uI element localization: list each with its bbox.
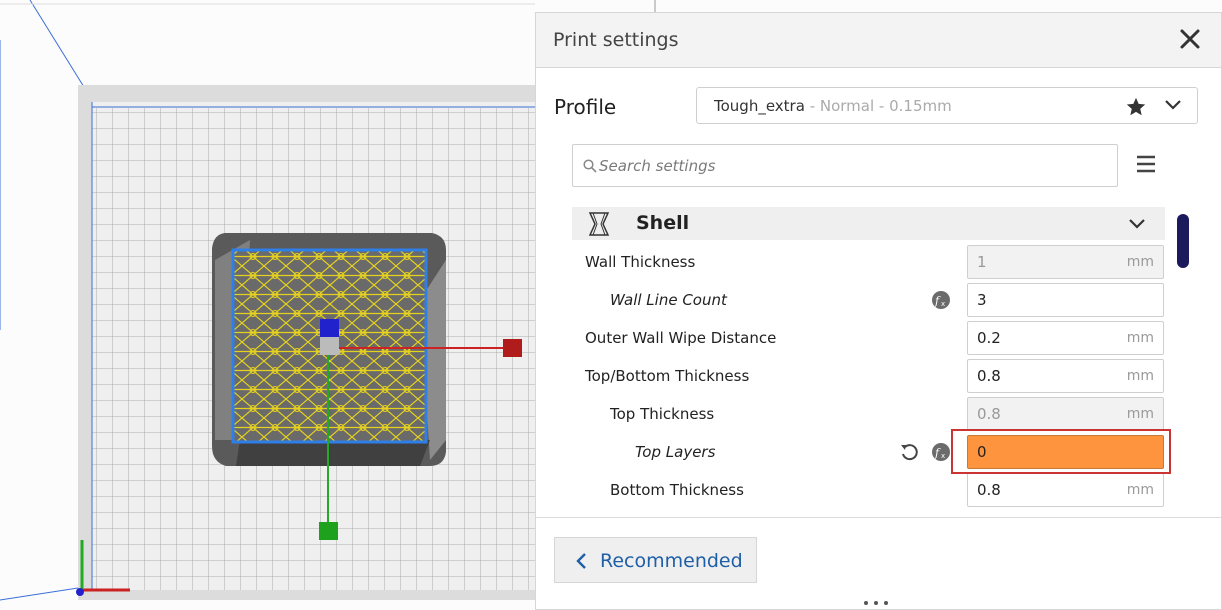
setting-input[interactable]: 0.2 mm — [967, 321, 1164, 355]
setting-label: Top Layers — [635, 443, 716, 461]
chevron-down-icon[interactable] — [1128, 218, 1146, 230]
setting-label: Wall Line Count — [610, 291, 727, 309]
star-icon[interactable] — [1125, 96, 1147, 118]
chevron-left-icon — [576, 553, 586, 569]
profile-dropdown[interactable]: Tough_extra - Normal - 0.15mm — [696, 87, 1198, 124]
setting-unit: mm — [1126, 254, 1154, 270]
setting-label: Bottom Thickness — [610, 481, 744, 499]
setting-value: 0 — [977, 443, 987, 461]
setting-unit: mm — [1126, 406, 1154, 422]
divider — [536, 517, 1221, 518]
close-icon[interactable] — [1177, 26, 1203, 52]
svg-text:x: x — [941, 452, 945, 460]
setting-value: 0.8 — [977, 481, 1001, 499]
recommended-label: Recommended — [600, 550, 743, 572]
setting-input[interactable]: 0.8 mm — [967, 359, 1164, 393]
y-axis-handle — [319, 522, 338, 540]
search-box — [572, 144, 1118, 187]
recommended-button[interactable]: Recommended — [554, 537, 757, 583]
panel-title: Print settings — [553, 29, 679, 51]
menu-icon[interactable] — [1136, 155, 1156, 173]
setting-label: Top/Bottom Thickness — [585, 367, 750, 385]
setting-row: Bottom Thickness 0.8 mm — [572, 471, 1172, 509]
setting-label: Top Thickness — [610, 405, 715, 423]
setting-value: 0.2 — [977, 329, 1001, 347]
profile-label: Profile — [554, 95, 617, 119]
setting-value: 3 — [977, 291, 987, 309]
setting-row: Wall Line Count f x 3 — [572, 281, 1172, 319]
formula-icon: fx — [932, 291, 950, 309]
panel-header: Print settings — [536, 13, 1221, 68]
setting-input: 1 mm — [967, 245, 1164, 279]
chevron-down-icon[interactable] — [1163, 98, 1183, 112]
formula-icon: fx — [932, 443, 950, 461]
svg-text:x: x — [941, 300, 945, 308]
reset-icon[interactable] — [899, 442, 919, 462]
profile-detail: - Normal - 0.15mm — [804, 97, 952, 115]
setting-label: Outer Wall Wipe Distance — [585, 329, 777, 347]
setting-row: Outer Wall Wipe Distance 0.2 mm — [572, 319, 1172, 357]
setting-row: Top/Bottom Thickness 0.8 mm — [572, 357, 1172, 395]
setting-value: 0.8 — [977, 367, 1001, 385]
setting-input[interactable]: 3 — [967, 283, 1164, 317]
profile-name-text: Tough_extra — [714, 97, 805, 115]
print-settings-panel: Print settings Profile Tough_extra - Nor… — [535, 12, 1222, 610]
resize-handle-icon[interactable] — [861, 599, 891, 607]
search-input[interactable] — [599, 155, 1099, 177]
shell-icon — [588, 212, 610, 236]
category-title: Shell — [636, 212, 690, 234]
setting-unit: mm — [1126, 368, 1154, 384]
setting-unit: mm — [1126, 330, 1154, 346]
setting-input[interactable]: 0.8 mm — [967, 473, 1164, 507]
setting-row: Top Layers f x 0 — [572, 433, 1172, 471]
setting-label: Wall Thickness — [585, 253, 696, 271]
settings-list: Shell Wall Thickness 1 mm Wall Line Count f x… — [572, 207, 1172, 517]
setting-row: Wall Thickness 1 mm — [572, 243, 1172, 281]
x-axis-handle — [503, 339, 522, 357]
setting-value: 0.8 — [977, 405, 1001, 423]
setting-input[interactable]: 0 — [967, 435, 1164, 469]
search-icon — [583, 159, 597, 173]
category-header-shell[interactable]: Shell — [572, 207, 1165, 240]
setting-row: Top Thickness 0.8 mm — [572, 395, 1172, 433]
z-axis-handle — [320, 319, 339, 337]
setting-input: 0.8 mm — [967, 397, 1164, 431]
setting-value: 1 — [977, 253, 987, 271]
profile-name: Tough_extra - Normal - 0.15mm — [714, 97, 952, 115]
scrollbar-thumb[interactable] — [1177, 214, 1189, 268]
setting-unit: mm — [1126, 482, 1154, 498]
